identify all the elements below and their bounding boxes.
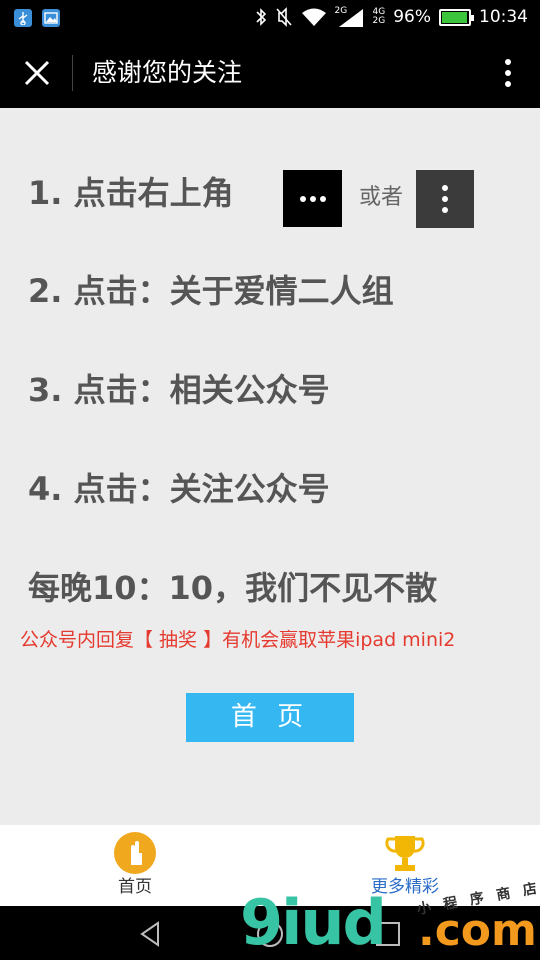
notification-icons <box>14 9 60 27</box>
mute-icon <box>275 7 292 27</box>
nav-recent-button[interactable] <box>373 919 403 949</box>
tab-more[interactable]: 更多精彩 <box>305 825 505 906</box>
title-divider <box>72 55 73 91</box>
tab-home-label: 首页 <box>118 877 152 897</box>
tab-more-label: 更多精彩 <box>371 877 439 897</box>
home-circle-icon <box>257 921 283 947</box>
trophy-icon <box>384 832 426 874</box>
battery-percent: 96% <box>393 7 431 27</box>
more-horizontal-icon <box>283 170 342 227</box>
nav-back-button[interactable] <box>136 919 166 949</box>
usb-icon <box>14 9 32 27</box>
tab-home[interactable]: 首页 <box>35 825 235 906</box>
status-bar: 2G 4G 2G 96% 10:34 <box>0 0 540 38</box>
promo-text: 公众号内回复【 抽奖 】有机会赢取苹果ipad mini2 <box>20 629 456 651</box>
bottom-tab-bar: 首页 更多精彩 <box>0 825 540 906</box>
system-nav-bar <box>0 906 540 960</box>
wifi-icon <box>301 8 326 26</box>
nav-home-button[interactable] <box>255 919 285 949</box>
more-vertical-icon <box>505 59 511 65</box>
home-button[interactable]: 首 页 <box>186 693 354 742</box>
battery-icon <box>439 8 474 26</box>
nightly-message: 每晚10：10，我们不见不散 <box>28 569 438 607</box>
close-button[interactable] <box>18 54 56 92</box>
bluetooth-icon <box>255 8 266 26</box>
more-vertical-icon <box>416 170 474 228</box>
clock: 10:34 <box>479 7 528 27</box>
home-hand-icon <box>114 832 156 874</box>
title-bar: 感谢您的关注 <box>0 38 540 108</box>
page-title: 感谢您的关注 <box>92 58 243 87</box>
step-4: 4. 点击：关注公众号 <box>28 470 330 508</box>
network-type-top: 2G <box>334 6 348 16</box>
back-icon <box>140 921 159 947</box>
more-menu-button[interactable] <box>498 55 518 91</box>
recent-apps-icon <box>376 922 400 946</box>
step-3: 3. 点击：相关公众号 <box>28 371 330 409</box>
or-label: 或者 <box>359 185 404 210</box>
image-icon <box>42 9 60 27</box>
network-type-b: 2G <box>372 16 386 26</box>
step-1: 1. 点击右上角 <box>28 174 234 212</box>
step-2: 2. 点击：关于爱情二人组 <box>28 272 394 310</box>
system-icons: 2G 4G 2G 96% 10:34 <box>255 6 528 27</box>
battery-fill <box>442 11 467 23</box>
close-icon <box>24 60 50 86</box>
